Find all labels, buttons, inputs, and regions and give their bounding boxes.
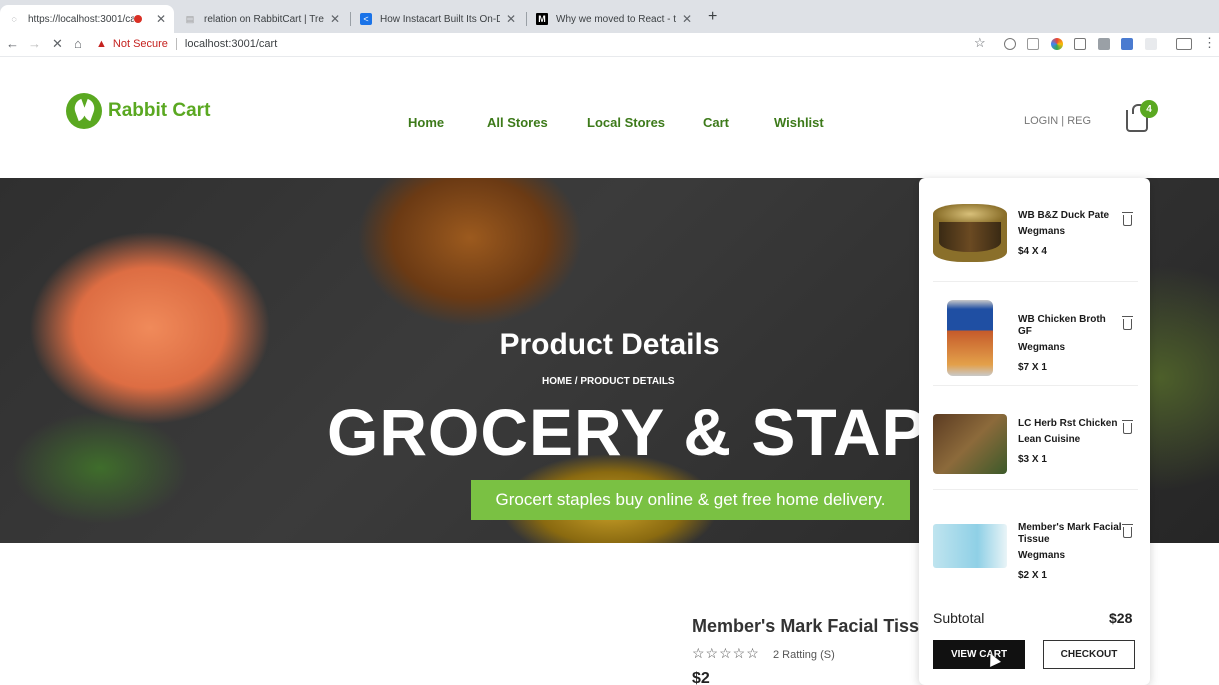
cart-item[interactable]: Member's Mark Facial Tissue Wegmans $2 X… — [933, 494, 1138, 594]
json-extension-icon[interactable] — [1074, 38, 1086, 50]
auth-links: LOGIN | REG — [1024, 115, 1091, 127]
tab-instacart-article[interactable]: < How Instacart Built Its On-Dem ✕ — [352, 5, 524, 33]
cart-item-qty: $3 X 1 — [1018, 454, 1047, 465]
address-bar[interactable]: ▲ Not Secure localhost:3001/cart — [96, 33, 996, 55]
screen: ◌ https://localhost:3001/cart ✕ ▤ relati… — [0, 0, 1219, 685]
trello-icon: ▤ — [185, 13, 195, 24]
tab-divider — [526, 12, 527, 26]
nav-home[interactable]: Home — [408, 115, 444, 130]
share-icon: < — [360, 13, 372, 25]
recording-icon — [133, 15, 142, 23]
product-thumbnail[interactable] — [933, 204, 1007, 262]
breadcrumb-current: / PRODUCT DETAILS — [574, 376, 675, 387]
skype-extension-icon[interactable] — [1004, 38, 1016, 50]
close-tab-icon[interactable]: ✕ — [156, 12, 166, 26]
nav-wishlist[interactable]: Wishlist — [774, 115, 824, 130]
nav-cart[interactable]: Cart — [703, 115, 729, 130]
tab-medium-react[interactable]: M Why we moved to React - tech ✕ — [528, 5, 700, 33]
cart-item-qty: $4 X 4 — [1018, 246, 1047, 257]
cart-item[interactable]: LC Herb Rst Chicken Lean Cuisine $3 X 1 — [933, 390, 1138, 490]
loading-icon: ◌ — [11, 14, 17, 24]
tab-localhost-cart[interactable]: ◌ https://localhost:3001/cart ✕ — [0, 5, 174, 33]
site-header: Rabbit Cart Home All Stores Local Stores… — [0, 58, 1219, 178]
cart-item-store: Lean Cuisine — [1018, 434, 1081, 445]
hero-herb-decoration — [0, 378, 220, 538]
cart-item-qty: $7 X 1 — [1018, 362, 1047, 373]
pocket-extension-icon[interactable] — [1027, 38, 1039, 50]
tab-title: Why we moved to React - tech — [556, 13, 676, 25]
medium-icon: M — [536, 13, 548, 25]
color-picker-extension-icon[interactable] — [1051, 38, 1063, 50]
product-price: $2 — [692, 670, 710, 685]
security-label: Not Secure — [112, 38, 168, 50]
nav-all-stores[interactable]: All Stores — [487, 115, 548, 130]
close-tab-icon[interactable]: ✕ — [506, 12, 516, 26]
close-tab-icon[interactable]: ✕ — [682, 12, 692, 26]
subtotal-label: Subtotal — [933, 610, 985, 626]
cart-item[interactable]: WB B&Z Duck Pate Wegmans $4 X 4 — [933, 182, 1138, 282]
close-tab-icon[interactable]: ✕ — [330, 12, 340, 26]
login-link[interactable]: LOGIN — [1024, 115, 1058, 127]
tab-title: https://localhost:3001/cart — [28, 13, 134, 25]
cart-item-store: Wegmans — [1018, 550, 1066, 561]
hero-tagline: Grocert staples buy online & get free ho… — [471, 480, 910, 520]
home-icon[interactable]: ⌂ — [74, 36, 82, 51]
product-thumbnail[interactable] — [933, 524, 1007, 568]
extension-icon[interactable] — [1145, 38, 1157, 50]
cart-item-name[interactable]: WB B&Z Duck Pate — [1018, 210, 1122, 222]
address-divider — [175, 38, 177, 50]
back-arrow-icon[interactable]: ← — [6, 36, 19, 51]
cart-item-name[interactable]: WB Chicken Broth GF — [1018, 314, 1122, 338]
breadcrumb: HOME / PRODUCT DETAILS — [542, 376, 675, 387]
tab-divider — [350, 12, 351, 26]
browser-menu-icon[interactable]: ⋮ — [1203, 35, 1216, 51]
stop-loading-icon[interactable]: ✕ — [52, 36, 63, 52]
bookmark-star-icon[interactable]: ☆ — [974, 35, 986, 51]
forward-arrow-icon[interactable]: → — [28, 36, 41, 51]
view-cart-button[interactable]: VIEW CART — [933, 640, 1025, 669]
cart-item-name[interactable]: LC Herb Rst Chicken — [1018, 418, 1122, 430]
rating-count: 2 Ratting (S) — [773, 649, 835, 661]
browser-toolbar: ← → ✕ ⌂ ▲ Not Secure localhost:3001/cart… — [0, 33, 1219, 57]
screenshot-extension-icon[interactable] — [1121, 38, 1133, 50]
trash-icon[interactable] — [1122, 212, 1133, 226]
subtotal-value: $28 — [1109, 610, 1133, 626]
site-logo[interactable]: Rabbit Cart — [66, 93, 210, 129]
trash-icon[interactable] — [1122, 316, 1133, 330]
nav-local-stores[interactable]: Local Stores — [587, 115, 665, 130]
warning-icon: ▲ — [96, 38, 107, 50]
cart-item-store: Wegmans — [1018, 342, 1066, 353]
cart-item-qty: $2 X 1 — [1018, 570, 1047, 581]
hero-banner-text: GROCERY & STAP — [327, 395, 927, 469]
checkout-button[interactable]: CHECKOUT — [1043, 640, 1135, 669]
rating-stars-icon[interactable]: ☆☆☆☆☆ — [692, 645, 760, 662]
brand-name: Rabbit Cart — [108, 100, 211, 121]
cart-item-name[interactable]: Member's Mark Facial Tissue — [1018, 522, 1122, 546]
cart-item-store: Wegmans — [1018, 226, 1066, 237]
cart-item[interactable]: WB Chicken Broth GF Wegmans $7 X 1 — [933, 286, 1138, 386]
product-thumbnail[interactable] — [947, 300, 993, 376]
register-link[interactable]: | REG — [1061, 115, 1091, 127]
product-thumbnail[interactable] — [933, 414, 1007, 474]
browser-tab-bar: ◌ https://localhost:3001/cart ✕ ▤ relati… — [0, 0, 1219, 33]
mini-cart-dropdown: WB B&Z Duck Pate Wegmans $4 X 4 WB Chick… — [919, 178, 1150, 685]
url-text: localhost:3001/cart — [184, 38, 278, 50]
tab-title: relation on RabbitCart | Trello — [204, 13, 324, 25]
cast-icon[interactable] — [1176, 38, 1192, 50]
tab-trello[interactable]: ▤ relation on RabbitCart | Trello ✕ — [176, 5, 348, 33]
cart-count-badge: 4 — [1140, 100, 1158, 118]
tab-title: How Instacart Built Its On-Dem — [380, 13, 500, 25]
leaf-logo-icon — [66, 93, 102, 129]
product-name: Member's Mark Facial Tiss — [692, 616, 920, 636]
trash-icon[interactable] — [1122, 524, 1133, 538]
new-tab-icon[interactable]: + — [708, 8, 717, 26]
extension-icon[interactable] — [1098, 38, 1110, 50]
trash-icon[interactable] — [1122, 420, 1133, 434]
breadcrumb-home[interactable]: HOME — [542, 376, 572, 387]
